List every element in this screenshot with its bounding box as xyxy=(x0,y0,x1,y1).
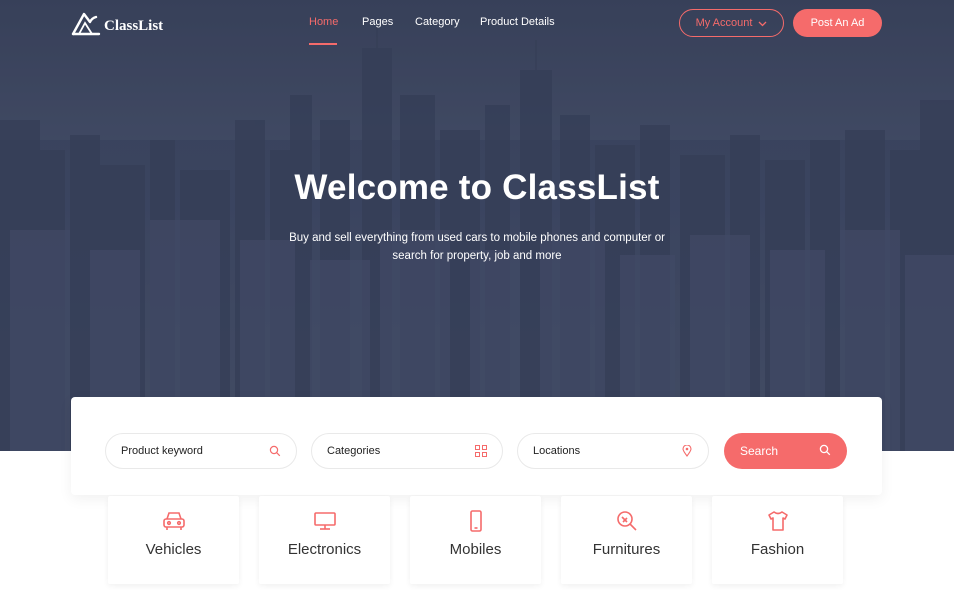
nav-link-home[interactable]: Home xyxy=(309,16,338,28)
search-panel: Product keyword Categories Locations Sea… xyxy=(71,397,882,495)
nav-link-category[interactable]: Category xyxy=(415,16,460,28)
hero-subtitle: Buy and sell everything from used cars t… xyxy=(277,229,677,265)
product-keyword-placeholder: Product keyword xyxy=(121,445,203,457)
hero-overlay xyxy=(0,0,954,451)
category-label-vehicles: Vehicles xyxy=(145,541,202,558)
hero-title: Welcome to ClassList xyxy=(294,168,660,207)
nav-link-pages[interactable]: Pages xyxy=(362,16,393,28)
brand-logo[interactable]: ClassList xyxy=(70,8,163,38)
search-icon xyxy=(269,445,281,457)
active-nav-indicator xyxy=(309,43,337,45)
category-card-furnitures[interactable]: Furnitures xyxy=(561,496,692,584)
category-card-electronics[interactable]: Electronics xyxy=(259,496,390,584)
search-button-label: Search xyxy=(740,444,779,458)
category-label-mobiles: Mobiles xyxy=(449,541,502,558)
categories-select[interactable]: Categories xyxy=(311,433,503,469)
search-icon xyxy=(819,444,831,459)
hero-subtitle-line-2: search for property, job and more xyxy=(392,250,562,262)
category-label-furnitures: Furnitures xyxy=(592,541,661,558)
tshirt-icon xyxy=(712,510,843,534)
category-label-fashion: Fashion xyxy=(750,541,805,558)
nav-link-product-details[interactable]: Product Details xyxy=(480,16,555,28)
post-ad-button[interactable]: Post An Ad xyxy=(793,9,882,37)
category-card-mobiles[interactable]: Mobiles xyxy=(410,496,541,584)
mobile-icon xyxy=(410,510,541,534)
category-card-vehicles[interactable]: Vehicles xyxy=(108,496,239,584)
hero-section xyxy=(0,0,954,451)
furniture-icon xyxy=(561,510,692,534)
category-card-fashion[interactable]: Fashion xyxy=(712,496,843,584)
car-icon xyxy=(108,510,239,534)
locations-placeholder: Locations xyxy=(533,445,581,457)
locations-select[interactable]: Locations xyxy=(517,433,709,469)
categories-placeholder: Categories xyxy=(327,445,381,457)
hero-subtitle-line-1: Buy and sell everything from used cars t… xyxy=(289,232,665,244)
map-pin-icon xyxy=(681,445,693,457)
chevron-down-icon xyxy=(758,19,767,29)
my-account-label: My Account xyxy=(695,17,753,29)
monitor-icon xyxy=(259,510,390,534)
logo-mark-icon xyxy=(71,12,101,36)
my-account-button[interactable]: My Account xyxy=(679,9,784,37)
category-label-electronics: Electronics xyxy=(287,541,362,558)
top-navigation: ClassList Home Pages Category Product De… xyxy=(0,0,954,46)
grid-icon xyxy=(475,445,487,457)
search-button[interactable]: Search xyxy=(724,433,847,469)
product-keyword-input[interactable]: Product keyword xyxy=(105,433,297,469)
brand-name: ClassList xyxy=(104,17,164,34)
